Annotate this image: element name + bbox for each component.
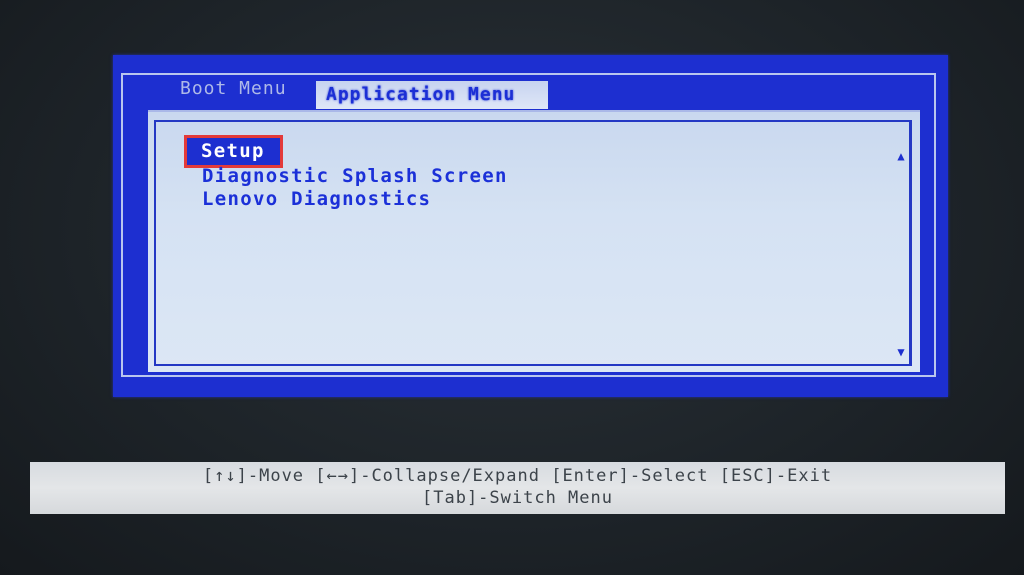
monitor-screen: Boot Menu Application Menu Setup Diagnos…	[0, 0, 1024, 575]
key-help-line-1: [↑↓]-Move [←→]-Collapse/Expand [Enter]-S…	[202, 466, 833, 486]
menu-item-lenovo-diagnostics[interactable]: Lenovo Diagnostics	[202, 187, 431, 211]
key-help-statusbar: [↑↓]-Move [←→]-Collapse/Expand [Enter]-S…	[30, 462, 1005, 514]
scroll-up-arrow-icon[interactable]: ▲	[896, 150, 906, 162]
menu-item-diagnostic-splash-screen[interactable]: Diagnostic Splash Screen	[202, 164, 508, 188]
scroll-down-arrow-icon[interactable]: ▼	[896, 346, 906, 358]
tab-application-menu-label: Application Menu	[326, 84, 516, 105]
application-menu-panel: Setup Diagnostic Splash Screen Lenovo Di…	[148, 110, 920, 372]
scrollbar[interactable]: ▲ ▼	[896, 130, 906, 376]
tab-boot-menu[interactable]: Boot Menu	[180, 78, 287, 100]
inner-frame: Setup Diagnostic Splash Screen Lenovo Di…	[154, 120, 912, 366]
tab-application-menu[interactable]: Application Menu	[316, 81, 548, 109]
key-help-line-2: [Tab]-Switch Menu	[422, 488, 613, 508]
